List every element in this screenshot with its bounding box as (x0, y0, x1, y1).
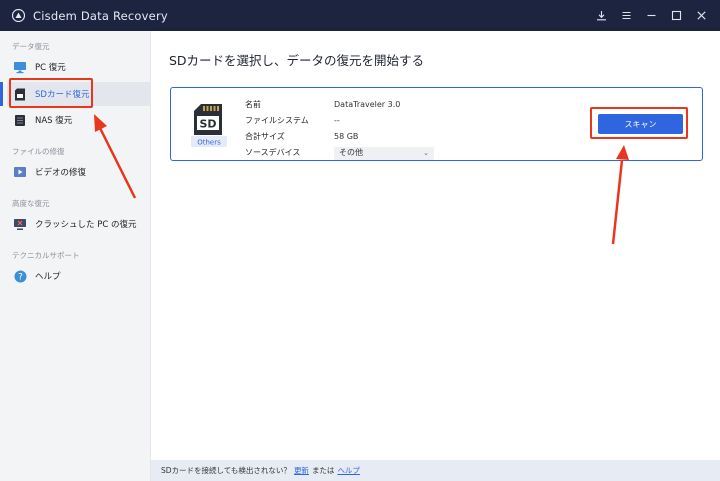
sidebar-item-label: NAS 復元 (35, 116, 73, 126)
help-icon: ? (13, 269, 27, 283)
sd-icon-caption: Others (197, 138, 221, 146)
device-card[interactable]: SD Others 名前 ファイルシステム 合計サイズ ソースデバイス Data… (170, 87, 703, 161)
source-device-selected: その他 (339, 148, 363, 157)
crashed-pc-icon (13, 217, 27, 231)
scan-button[interactable]: スキャン (598, 114, 683, 134)
sd-device-icon: SD Others (191, 103, 227, 147)
value-total-size: 58 GB (334, 132, 359, 141)
sidebar-item-crashed-pc-recovery[interactable]: クラッシュした PC の復元 (7, 212, 150, 236)
menu-icon[interactable] (614, 0, 639, 31)
sidebar-item-label: ビデオの修復 (35, 168, 87, 178)
title-bar: Cisdem Data Recovery (0, 0, 720, 31)
device-info-labels: 名前 ファイルシステム 合計サイズ ソースデバイス (245, 97, 309, 161)
maximize-icon[interactable] (664, 0, 689, 31)
value-filesystem: -- (334, 116, 340, 125)
source-device-dropdown[interactable]: その他 ⌄ (334, 146, 434, 160)
sidebar-item-video-repair[interactable]: ビデオの修復 (7, 160, 150, 184)
app-logo-icon (11, 9, 25, 23)
sidebar-item-label: SDカード復元 (35, 90, 90, 100)
footer-or-text: または (311, 466, 335, 475)
value-name: DataTraveler 3.0 (334, 100, 401, 109)
svg-text:?: ? (18, 272, 23, 282)
sidebar-item-help[interactable]: ? ヘルプ (7, 264, 150, 288)
video-repair-icon (13, 165, 27, 179)
download-icon[interactable] (589, 0, 614, 31)
close-icon[interactable] (689, 0, 714, 31)
monitor-icon (13, 60, 27, 74)
help-link[interactable]: ヘルプ (337, 465, 360, 476)
sidebar-item-label: PC 復元 (35, 63, 66, 73)
app-title: Cisdem Data Recovery (33, 8, 168, 23)
footer-text: SDカードを接続しても検出されない？ (161, 466, 291, 475)
minimize-icon[interactable] (639, 0, 664, 31)
sidebar-item-pc-recovery[interactable]: PC 復元 (7, 55, 150, 79)
sd-icon-text: SD (199, 118, 216, 131)
footer-bar: SDカードを接続しても検出されない？ 更新 または ヘルプ (151, 460, 720, 481)
label-filesystem: ファイルシステム (245, 116, 309, 125)
section-label-technical-support: テクニカルサポート (12, 251, 80, 260)
sidebar-item-nas-recovery[interactable]: NAS 復元 (7, 108, 150, 132)
sidebar: データ復元 PC 復元 SDカード復元 NAS 復元 ファイルの修復 ビデオの修… (0, 31, 151, 481)
nas-icon (13, 113, 27, 127)
section-label-data-recovery: データ復元 (12, 42, 50, 51)
sidebar-item-label: クラッシュした PC の復元 (35, 220, 137, 230)
label-source-device: ソースデバイス (245, 148, 301, 157)
section-label-advanced-recovery: 高度な復元 (12, 199, 50, 208)
sidebar-item-label: ヘルプ (35, 272, 61, 282)
device-info-values: DataTraveler 3.0 -- 58 GB その他 ⌄ (334, 97, 434, 161)
chevron-down-icon: ⌄ (423, 149, 429, 157)
page-title: SDカードを選択し、データの復元を開始する (169, 53, 425, 68)
label-total-size: 合計サイズ (245, 132, 285, 141)
window-controls (589, 0, 714, 31)
section-label-file-repair: ファイルの修復 (12, 147, 65, 156)
main-content: SDカードを選択し、データの復元を開始する SD Others 名前 ファイルシ… (151, 31, 720, 460)
sd-card-icon (13, 87, 27, 101)
refresh-link[interactable]: 更新 (294, 465, 309, 476)
sidebar-item-sd-card-recovery[interactable]: SDカード復元 (0, 82, 150, 106)
label-name: 名前 (245, 100, 261, 109)
